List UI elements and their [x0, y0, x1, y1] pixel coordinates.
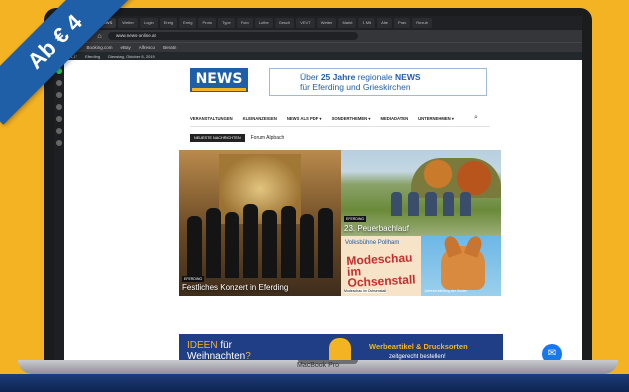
- article-title[interactable]: 23. Peuerbachlauf: [344, 224, 409, 233]
- menu-unternehmen[interactable]: UNTERNEHMEN ▾: [418, 116, 454, 121]
- table-surface: [0, 374, 629, 392]
- laptop: 14 MEreigNEWSWetterLoginEreigEreigProtoT…: [44, 8, 592, 378]
- christmas-ad-banner[interactable]: IDEEN für Weihnachten? Werbeartikel & Dr…: [179, 334, 503, 360]
- wallet-dock-icon[interactable]: [56, 128, 62, 134]
- category-tag[interactable]: EFERDING: [182, 276, 205, 282]
- article-modeschau[interactable]: Volksbühne Pollham Modeschau im Ochsenst…: [341, 236, 421, 296]
- dog-image: [441, 246, 485, 290]
- main-menu: VERANSTALTUNGEN KLEINANZEIGEN NEWS ALS P…: [190, 116, 490, 121]
- browser-tab[interactable]: Type: [218, 18, 235, 28]
- browser-tab-strip: 14 MEreigNEWSWetterLoginEreigEreigProtoT…: [54, 16, 582, 30]
- menu-news-als-pdf[interactable]: NEWS ALS PDF ▾: [287, 116, 322, 121]
- address-bar: ‹ › ↻ ⌂ www.news-online.at: [54, 30, 582, 42]
- laptop-screen: 14 MEreigNEWSWetterLoginEreigEreigProtoT…: [54, 16, 582, 360]
- menu-veranstaltungen[interactable]: VERANSTALTUNGEN: [190, 116, 233, 121]
- weather-location: Eferding: [85, 53, 101, 59]
- menu-sonderthemen[interactable]: SONDERTHEMEN ▾: [332, 116, 371, 121]
- side-dock: [54, 52, 64, 360]
- history-dock-icon[interactable]: [56, 104, 62, 110]
- bookmark-ebay[interactable]: eBay: [121, 45, 131, 50]
- current-date: Dienstag, Oktober 8, 2019: [108, 53, 155, 59]
- browser-tab[interactable]: Markt: [338, 18, 357, 28]
- modeschau-headline: Modeschau im Ochsenstall: [346, 250, 416, 290]
- browser-tab[interactable]: VEVT: [296, 18, 315, 28]
- browser-tab[interactable]: Wetter: [118, 18, 138, 28]
- news-logo[interactable]: NEWS: [190, 68, 248, 92]
- browser-tab[interactable]: Proto: [198, 18, 217, 28]
- menu-divider: [190, 126, 490, 127]
- category-tag[interactable]: EFERDING: [344, 216, 367, 222]
- bookmark-beratn[interactable]: Beratn: [163, 45, 176, 50]
- banner-line-1: Über 25 Jahre regionale NEWS: [300, 72, 421, 82]
- browser-tab[interactable]: Rezub: [412, 18, 432, 28]
- logo-text: NEWS: [192, 70, 246, 88]
- send-dock-icon[interactable]: [56, 92, 62, 98]
- ad-right-headline: Werbeartikel & Drucksorten: [369, 342, 468, 351]
- search-icon[interactable]: ⌕: [474, 114, 478, 122]
- browser-tab[interactable]: Alte: [377, 18, 393, 28]
- featured-article-concert[interactable]: EFERDING Festliches Konzert in Eferding: [179, 150, 341, 296]
- menu-kleinanzeigen[interactable]: KLEINANZEIGEN: [243, 116, 277, 121]
- device-label: MacBook Pro: [296, 362, 340, 369]
- bookmark-alfresco[interactable]: Alfresco: [139, 45, 155, 50]
- web-page: 4,1° Eferding Dienstag, Oktober 8, 2019 …: [64, 52, 582, 360]
- menu-mediadaten[interactable]: MEDIADATEN: [380, 116, 408, 121]
- browser-tab[interactable]: Lufbe: [254, 18, 273, 28]
- header-banner[interactable]: Über 25 Jahre regionale NEWS für Eferdin…: [269, 68, 487, 96]
- browser-tab[interactable]: Foto: [236, 18, 253, 28]
- search-dock-icon[interactable]: [56, 80, 62, 86]
- browser-tab[interactable]: 1 Mit: [358, 18, 376, 28]
- article-title[interactable]: Modeschau im Ochsenstall: [344, 289, 387, 293]
- article-dog[interactable]: Jahreserzählung der Kinder: [421, 236, 501, 296]
- url-field[interactable]: www.news-online.at: [108, 32, 358, 40]
- browser-tab[interactable]: Prav: [394, 18, 411, 28]
- sign-text: Volksbühne Pollham: [345, 240, 400, 246]
- ad-headline: IDEEN für Weihnachten?: [187, 340, 251, 360]
- ticker-label: NEUESTE NACHRICHTEN: [190, 134, 245, 142]
- article-title[interactable]: Jahreserzählung der Kinder: [424, 289, 467, 293]
- messenger-chat-icon[interactable]: ✉: [542, 344, 562, 360]
- ticker-headline[interactable]: Forum Alpbach: [251, 135, 285, 141]
- bookmark-booking[interactable]: Booking.com: [87, 45, 113, 50]
- heart-dock-icon[interactable]: [56, 116, 62, 122]
- santa-badge-icon: [329, 338, 351, 360]
- top-info-bar: 4,1° Eferding Dienstag, Oktober 8, 2019: [64, 52, 582, 60]
- home-icon[interactable]: ⌂: [96, 33, 103, 40]
- bookmarks-bar: Amazon Booking.com eBay Alfresco Beratn: [54, 42, 582, 52]
- browser-tab[interactable]: Ereig: [159, 18, 178, 28]
- laptop-base: MacBook Pro: [18, 360, 618, 374]
- banner-line-2: für Eferding und Grieskirchen: [300, 82, 411, 92]
- runners-image: [391, 192, 472, 216]
- browser-tab[interactable]: Wetter: [316, 18, 337, 28]
- settings-dock-icon[interactable]: [56, 140, 62, 146]
- choir-image: [187, 198, 333, 278]
- logo-stripe: [192, 88, 246, 91]
- article-title[interactable]: Festliches Konzert in Eferding: [182, 283, 288, 292]
- news-ticker: NEUESTE NACHRICHTEN Forum Alpbach: [190, 134, 284, 142]
- browser-tab[interactable]: Login: [139, 18, 158, 28]
- browser-tab[interactable]: Gesch: [274, 18, 295, 28]
- article-peuerbachlauf[interactable]: EFERDING 23. Peuerbachlauf: [341, 150, 501, 236]
- browser-tab[interactable]: Ereig: [179, 18, 197, 28]
